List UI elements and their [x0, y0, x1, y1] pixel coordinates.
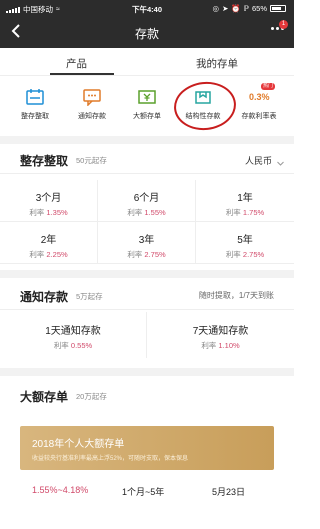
status-bar: 中国移动 ≈ 下午4:40 ◎ ➤ ⏰ ℙ 65% [0, 0, 294, 16]
product-rate-table[interactable]: 0.3% 热门 存款利率表 [234, 83, 284, 121]
min-amount: 20万起存 [76, 392, 107, 401]
banner-subtitle: 收益较央行基准利率最高上浮52%，可随时支取，保本保息 [32, 456, 189, 462]
rate-cell[interactable]: 5年 利率 2.75% [196, 222, 294, 264]
currency-select[interactable]: 人民币 [245, 154, 272, 167]
tab-products[interactable]: 产品 [66, 56, 87, 71]
rate-cell[interactable]: 2年 利率 2.25% [0, 222, 98, 264]
notification-badge: 1 [279, 20, 288, 29]
issue-date: 5月23日 [212, 487, 246, 497]
rate-cell[interactable]: 3年 利率 2.75% [98, 222, 196, 264]
section-title: 大额存单 [20, 390, 69, 404]
bluetooth-icon: ℙ [243, 4, 249, 13]
product-notice-deposit[interactable]: 通知存款 [67, 88, 117, 121]
divider [0, 368, 294, 376]
term-range: 1个月~5年 [122, 487, 165, 497]
rate-cell[interactable]: 1年 利率 1.75% [196, 180, 294, 222]
large-deposit-banner[interactable]: 2018年个人大额存单 收益较央行基准利率最高上浮52%，可随时支取，保本保息 [20, 426, 274, 470]
notice-note: 随时提取，1/7天到账 [198, 291, 274, 300]
product-fixed-deposit[interactable]: 整存整取 [10, 88, 60, 121]
rate-range: 1.55%~4.18% [32, 485, 89, 495]
min-amount: 50元起存 [76, 156, 107, 165]
alarm-icon: ⏰ [231, 4, 241, 13]
notice-rate-grid: 1天通知存款 利率 0.55% 7天通知存款 利率 1.10% [0, 312, 294, 358]
product-label: 大额存单 [133, 113, 161, 120]
rate-icon: 0.3% 热门 [249, 83, 275, 102]
product-label: 通知存款 [78, 113, 106, 120]
product-shortcuts: 整存整取 通知存款 大额存单 结构性存款 0.3% 热门 存款利率表 [0, 80, 294, 132]
product-label: 整存整取 [21, 113, 49, 120]
section-title: 通知存款 [20, 290, 69, 304]
calendar-icon [25, 88, 45, 106]
rate-cell[interactable]: 1天通知存款 利率 0.55% [0, 312, 147, 358]
tab-bar: 产品 我的存单 [0, 48, 294, 76]
product-label: 存款利率表 [241, 113, 277, 120]
divider [0, 270, 294, 278]
lock-rotation-icon: ◎ [212, 4, 220, 13]
active-tab-indicator [50, 73, 114, 75]
hot-badge: 热门 [260, 83, 275, 90]
message-icon [82, 88, 102, 107]
chevron-down-icon[interactable] [277, 154, 284, 166]
product-large-deposit[interactable]: 大额存单 [122, 88, 172, 121]
fixed-deposit-header: 整存整取 50元起存 人民币 [0, 144, 294, 174]
banner-title: 2018年个人大额存单 [32, 439, 125, 450]
section-title: 整存整取 [20, 154, 69, 168]
large-deposit-header: 大额存单 20万起存 [0, 380, 294, 410]
battery-icon [270, 5, 286, 12]
fixed-rate-grid: 3个月 利率 1.35% 6个月 利率 1.55% 1年 利率 1.75% 2年… [0, 180, 294, 264]
min-amount: 5万起存 [76, 292, 103, 301]
location-icon: ➤ [222, 4, 229, 13]
divider [0, 136, 294, 144]
tab-my-deposits[interactable]: 我的存单 [196, 56, 238, 71]
rate-cell[interactable]: 6个月 利率 1.55% [98, 180, 196, 222]
notice-deposit-header: 通知存款 5万起存 随时提取，1/7天到账 [0, 280, 294, 310]
page-title: 存款 [134, 27, 159, 41]
nav-bar: 存款 1 [0, 16, 294, 48]
battery-percent: 65% [251, 4, 267, 13]
yuan-bill-icon [137, 88, 157, 106]
rate-cell[interactable]: 7天通知存款 利率 1.10% [147, 312, 294, 358]
rate-cell[interactable]: 3个月 利率 1.35% [0, 180, 98, 222]
